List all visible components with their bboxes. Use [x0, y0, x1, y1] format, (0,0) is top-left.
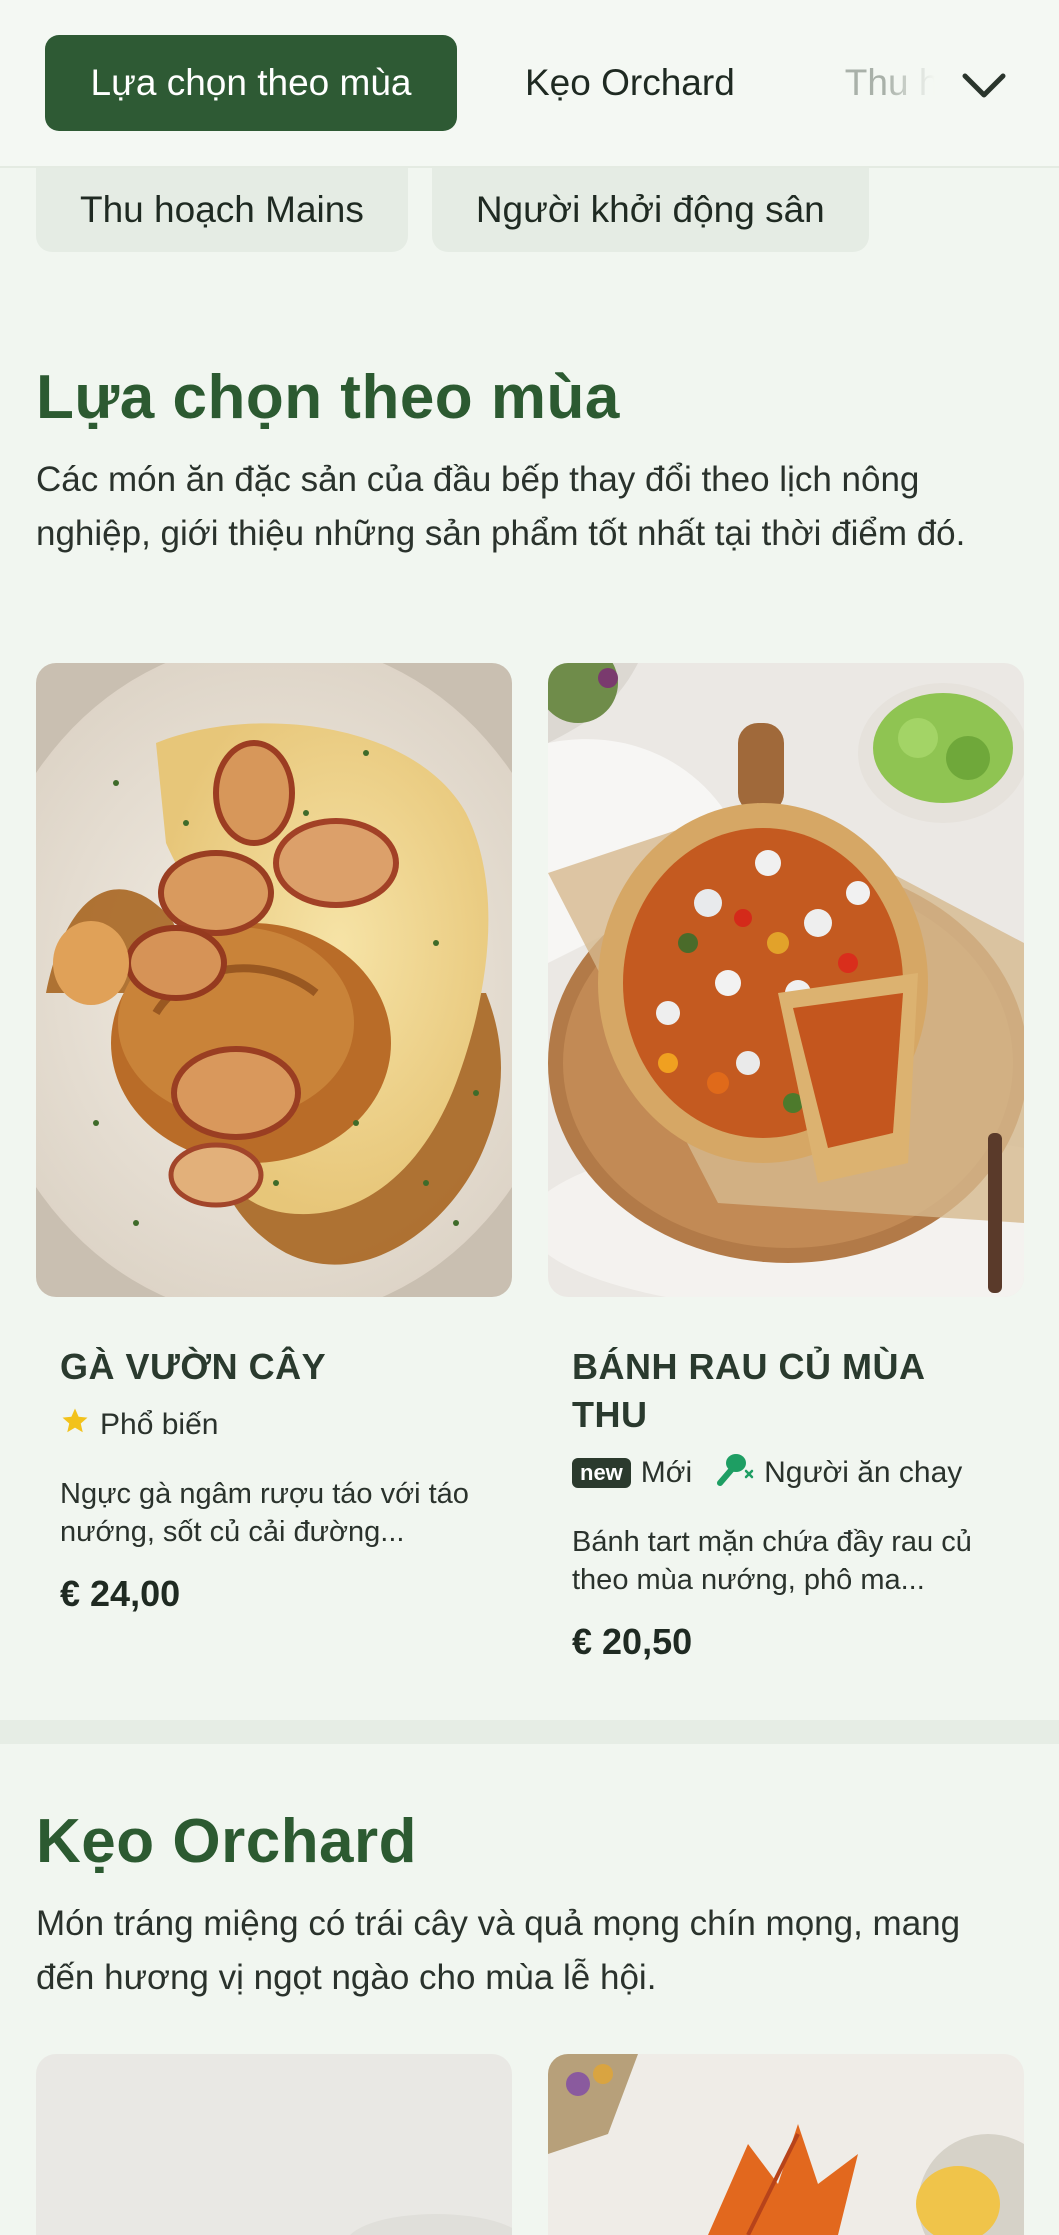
new-badge: new	[572, 1458, 631, 1488]
dish-description: Ngực gà ngâm rượu táo với táo nướng, sốt…	[60, 1478, 469, 1548]
tab-seasonal[interactable]: Lựa chọn theo mùa	[45, 35, 457, 131]
new-label: Mới	[640, 1456, 693, 1489]
vegetarian-label: Người ăn chay	[764, 1456, 963, 1489]
menu-item-card[interactable]	[548, 2054, 1024, 2235]
star-icon	[60, 1406, 90, 1444]
tab-harvest[interactable]: Thu h	[845, 35, 935, 131]
subcategory-chips: Thu hoạch Mains Người khởi động sân	[36, 168, 869, 252]
dish-tags: new Mới Người ăn chay	[572, 1449, 1000, 1497]
dish-photo	[36, 663, 512, 1297]
section-title-seasonal: Lựa chọn theo mùa	[36, 363, 620, 432]
menu-item-card[interactable]: BÁNH RAU CỦ MÙA THU new Mới Người ăn cha…	[548, 663, 1024, 1663]
dish-price: € 24,00	[60, 1573, 181, 1614]
section-divider	[0, 1720, 1059, 1744]
tab-orchard-sweets[interactable]: Kẹo Orchard	[525, 35, 735, 131]
dish-photo	[548, 2054, 1024, 2235]
new-tag: new Mới	[572, 1456, 692, 1490]
chip-harvest-mains[interactable]: Thu hoạch Mains	[36, 168, 408, 252]
dish-title: BÁNH RAU CỦ MÙA THU	[572, 1346, 925, 1435]
dish-title: GÀ VƯỜN CÂY	[60, 1346, 327, 1387]
dish-photo	[548, 663, 1024, 1297]
dish-description: Bánh tart mặn chứa đầy rau củ theo mùa n…	[572, 1526, 972, 1596]
popular-tag: Phổ biến	[60, 1406, 218, 1444]
category-tab-bar: Lựa chọn theo mùa Kẹo Orchard Thu h	[0, 0, 1059, 168]
section-description-orchard: Món tráng miệng có trái cây và quả mọng …	[36, 1904, 961, 1997]
dish-photo	[36, 2054, 512, 2235]
chevron-down-icon[interactable]	[954, 56, 1014, 116]
dish-price: € 20,50	[572, 1621, 693, 1662]
chip-farm-starters[interactable]: Người khởi động sân	[431, 168, 869, 252]
dish-tags: Phổ biến	[60, 1401, 488, 1449]
section-description-seasonal: Các món ăn đặc sản của đầu bếp thay đổi …	[36, 460, 966, 553]
menu-item-card[interactable]	[36, 2054, 512, 2235]
menu-item-card[interactable]: GÀ VƯỜN CÂY Phổ biến Ngực gà ngâm rượu t…	[36, 663, 512, 1615]
popular-label: Phổ biến	[100, 1408, 219, 1441]
vegetarian-tag: Người ăn chay	[714, 1451, 962, 1495]
section-title-orchard: Kẹo Orchard	[36, 1807, 418, 1876]
vegetarian-icon	[714, 1451, 754, 1495]
